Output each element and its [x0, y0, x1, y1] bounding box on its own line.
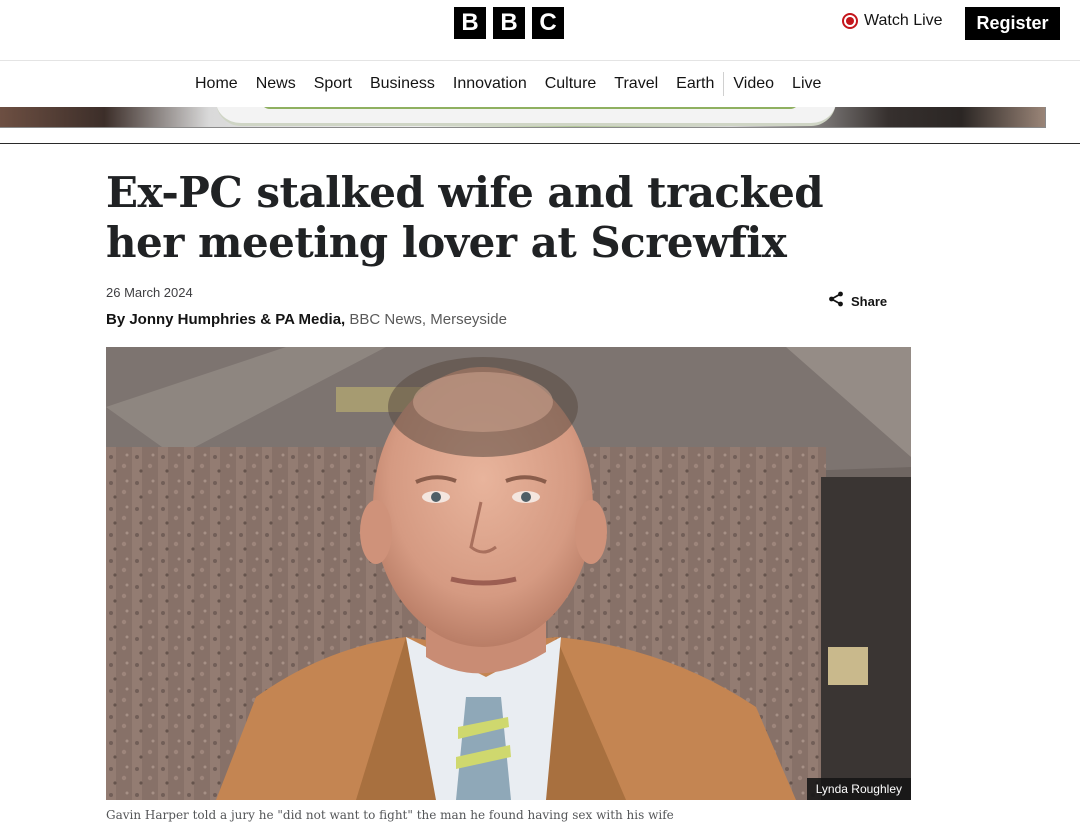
- nav-item-news[interactable]: News: [247, 61, 305, 107]
- logo-letter-c: C: [532, 7, 564, 39]
- watch-live-link[interactable]: Watch Live: [842, 12, 943, 30]
- image-credit: Lynda Roughley: [806, 778, 911, 800]
- nav-item-live[interactable]: Live: [783, 61, 830, 107]
- logo-letter-b2: B: [493, 7, 525, 39]
- top-bar: B B C Watch Live Register: [0, 0, 1080, 61]
- byline-organisation: BBC News, Merseyside: [349, 311, 507, 328]
- nav-item-sport[interactable]: Sport: [305, 61, 361, 107]
- main-nav: Home News Sport Business Innovation Cult…: [0, 61, 1080, 107]
- live-dot-icon: [842, 13, 858, 29]
- nav-item-travel[interactable]: Travel: [605, 61, 667, 107]
- article-byline: By Jonny Humphries & PA Media, BBC News,…: [106, 311, 507, 328]
- share-icon: [828, 291, 844, 312]
- promo-image-strip[interactable]: [0, 107, 1046, 128]
- section-divider: [0, 143, 1080, 144]
- article-date: 26 March 2024: [106, 285, 193, 300]
- logo-letter-b1: B: [454, 7, 486, 39]
- nav-item-home[interactable]: Home: [186, 61, 247, 107]
- nav-item-innovation[interactable]: Innovation: [444, 61, 536, 107]
- bbc-logo[interactable]: B B C: [454, 7, 564, 39]
- image-caption: Gavin Harper told a jury he "did not wan…: [106, 808, 674, 822]
- nav-item-business[interactable]: Business: [361, 61, 444, 107]
- share-label: Share: [851, 294, 888, 309]
- register-button[interactable]: Register: [965, 7, 1060, 40]
- watch-live-label: Watch Live: [864, 12, 943, 29]
- photo-illustration: [106, 347, 911, 800]
- byline-authors: By Jonny Humphries & PA Media,: [106, 311, 346, 328]
- nav-item-video[interactable]: Video: [724, 61, 783, 107]
- share-button[interactable]: Share: [828, 291, 887, 312]
- article-lead-image: Lynda Roughley: [106, 347, 911, 800]
- nav-item-culture[interactable]: Culture: [536, 61, 606, 107]
- article-headline: Ex-PC stalked wife and tracked her meeti…: [106, 168, 824, 267]
- nav-item-earth[interactable]: Earth: [667, 61, 723, 107]
